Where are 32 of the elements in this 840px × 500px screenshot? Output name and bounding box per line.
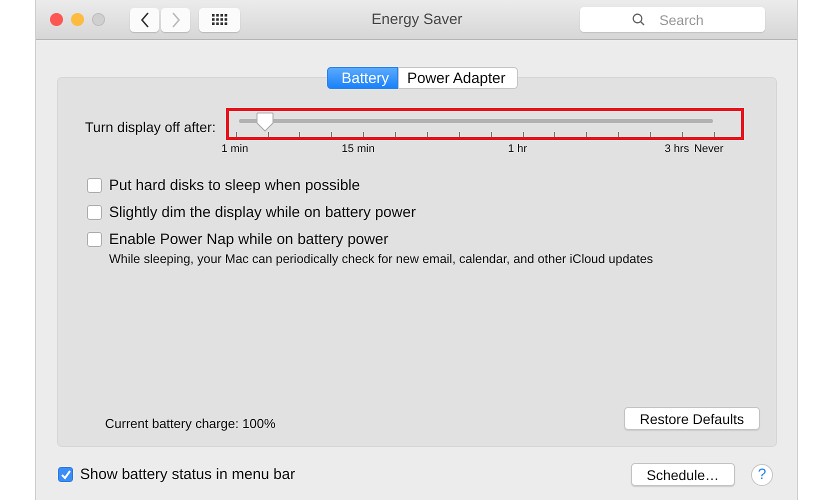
back-button[interactable] (130, 8, 159, 32)
search-field[interactable]: Search (580, 7, 765, 32)
scale-label: Never (694, 143, 724, 155)
checkbox-label[interactable]: Show battery status in menu bar (80, 466, 296, 483)
scale-label: 3 hrs (664, 143, 690, 155)
minimize-button[interactable] (71, 13, 84, 26)
chevron-right-icon (170, 12, 180, 28)
checkbox[interactable] (87, 178, 102, 193)
scale-label: 15 min (342, 143, 375, 155)
scale-label: 1 min (221, 143, 248, 155)
schedule-button[interactable]: Schedule… (630, 463, 735, 486)
tab[interactable]: Power Adapter (398, 67, 518, 89)
help-button[interactable]: ? (751, 464, 773, 486)
checkbox-label[interactable]: Slightly dim the display while on battery power (109, 204, 416, 221)
option-description: While sleeping, your Mac can periodically check for new email, calendar, and other iCloud updates (109, 252, 654, 266)
zoom-button[interactable] (92, 13, 105, 26)
checkbox[interactable] (87, 232, 102, 247)
checkbox-label[interactable]: Enable Power Nap while on battery power (109, 231, 388, 248)
checkbox[interactable] (87, 205, 102, 220)
grid-icon (212, 14, 228, 26)
chevron-left-icon (140, 12, 150, 28)
slider-label: Turn display off after: (85, 119, 216, 137)
window-title: Energy Saver (370, 11, 464, 28)
slider-thumb[interactable] (256, 112, 274, 132)
scale-label: 1 hr (508, 143, 528, 155)
checkbox-label[interactable]: Put hard disks to sleep when possible (109, 177, 360, 194)
close-button[interactable] (50, 13, 63, 26)
battery-charge-text: Current battery charge: 100% (105, 416, 276, 431)
checkbox[interactable] (58, 467, 73, 482)
search-icon (632, 13, 645, 26)
show-all-button[interactable] (199, 8, 240, 32)
restore-defaults-button[interactable]: Restore Defaults (624, 407, 760, 430)
